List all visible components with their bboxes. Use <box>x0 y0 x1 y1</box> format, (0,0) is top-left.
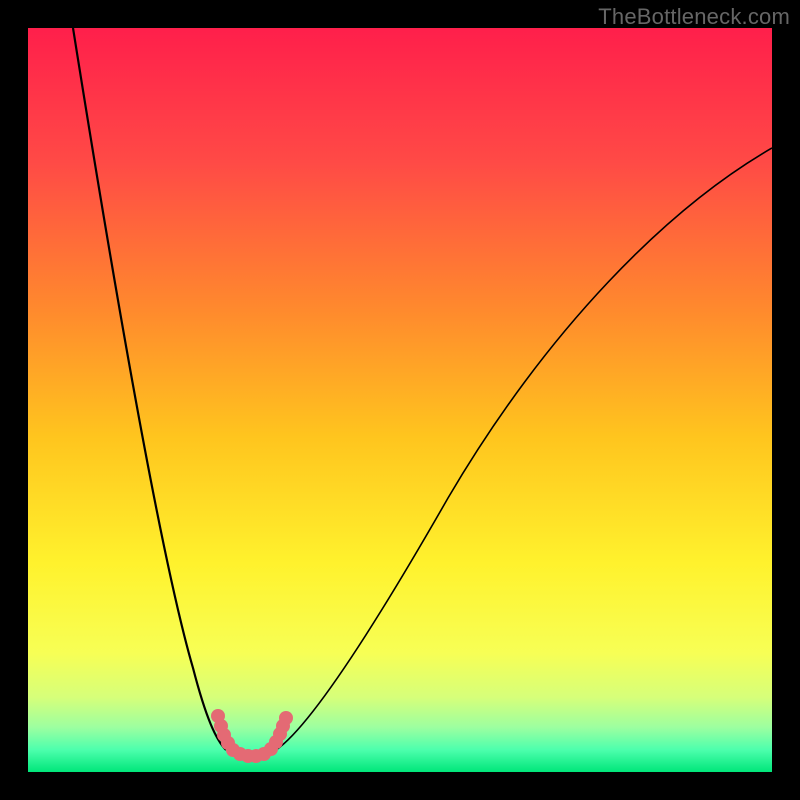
chart-container: TheBottleneck.com <box>0 0 800 800</box>
watermark-label: TheBottleneck.com <box>598 4 790 30</box>
gradient-background <box>28 28 772 772</box>
bottleneck-chart <box>28 28 772 772</box>
